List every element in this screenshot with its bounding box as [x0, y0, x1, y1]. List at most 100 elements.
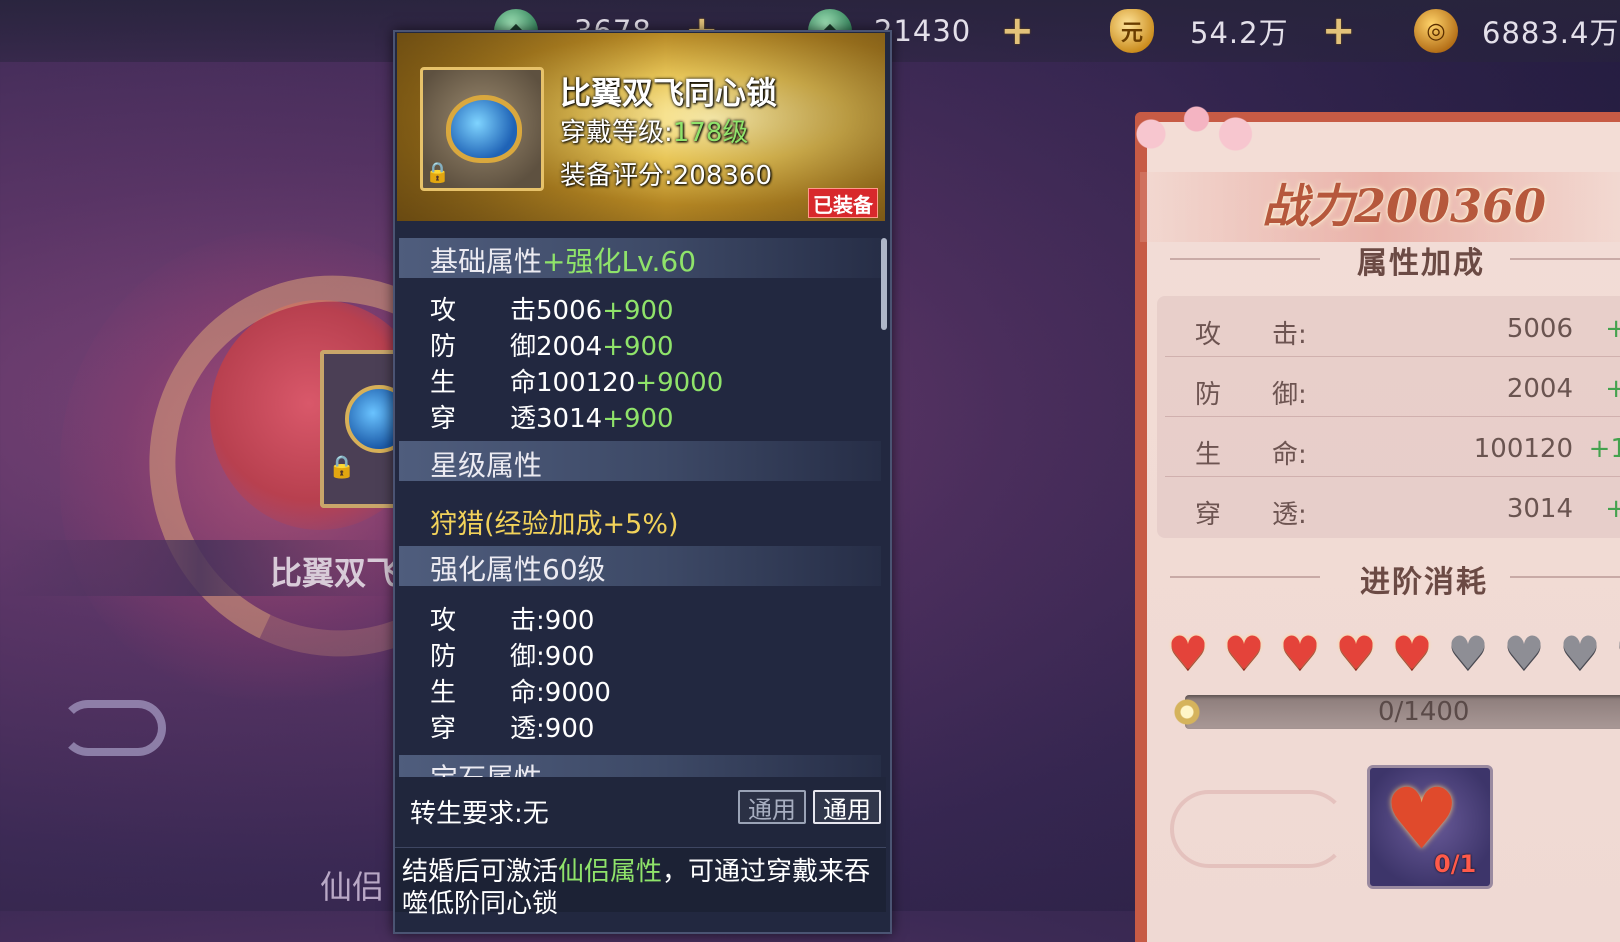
item-name: 比翼双飞同心锁	[560, 76, 777, 112]
equip-score-value: 208360	[672, 161, 773, 191]
stat-key-2: 御	[510, 332, 537, 362]
enhance-attr-title: 强化属性60级	[430, 553, 606, 586]
progress-cap-icon	[1172, 690, 1202, 734]
item-description: 结婚后可激活仙侣属性，可通过穿戴来吞噬低阶同心锁	[402, 856, 872, 920]
padlock-icon: 🔒	[425, 160, 450, 184]
stat-value: 2004	[536, 332, 603, 362]
stat-key: 防	[430, 642, 457, 672]
background-item-name: 比翼双飞	[270, 554, 399, 592]
blossom-decoration-icon	[1125, 98, 1255, 158]
rebirth-requirement: 转生要求:无	[410, 799, 549, 829]
divider	[1510, 258, 1620, 260]
stat-key-2: 透	[510, 404, 537, 434]
wear-level-value: 178级	[672, 118, 749, 148]
stat-key: 攻	[430, 296, 457, 326]
attr-value: 5006	[1506, 314, 1573, 344]
attr-key-2: 命:	[1272, 440, 1307, 470]
combat-power: 战力200360	[1262, 179, 1547, 233]
stat-add: +9000	[635, 368, 724, 398]
attr-row: 穿 透: 3014 +	[1165, 480, 1620, 538]
stat-add: +900	[602, 404, 674, 434]
stat-key-2: 命	[510, 368, 537, 398]
stat-value: :900	[536, 642, 595, 672]
enhance-level: +强化Lv.60	[542, 245, 697, 278]
coin-icon: ◎	[1414, 9, 1458, 53]
section-title-text: 基础属性	[430, 245, 543, 278]
stat-key: 穿	[430, 714, 457, 744]
ingot-icon: 元	[1110, 9, 1154, 53]
desc-prefix: 结婚后可激活	[402, 857, 559, 887]
attr-key: 生	[1195, 440, 1222, 470]
stat-key: 生	[430, 368, 457, 398]
attr-key-2: 透:	[1272, 500, 1307, 530]
general-button-2[interactable]: 通用	[813, 790, 881, 824]
heart-filled-icon: ♥	[1167, 626, 1209, 680]
equip-score-label: 装备评分:	[560, 161, 673, 191]
wear-level-label: 穿戴等级:	[560, 118, 673, 148]
general-button-1[interactable]: 通用	[738, 790, 806, 824]
stat-add: +900	[602, 296, 674, 326]
currency-coin: ◎ 6883.4万	[1414, 4, 1619, 58]
equip-score: 装备评分:208360	[560, 155, 772, 192]
gem-attr-title: 宝石属性	[430, 757, 542, 777]
stat-add: +900	[602, 332, 674, 362]
stat-value: 3014	[536, 404, 603, 434]
material-count: 0/1	[1434, 850, 1477, 878]
attr-row: 攻 击: 5006 +	[1165, 300, 1620, 358]
divider	[1510, 576, 1620, 578]
currency-value: 54.2万	[1190, 16, 1289, 50]
attr-key-2: 击:	[1272, 320, 1307, 350]
currency-value: 6883.4万	[1482, 16, 1620, 50]
tab-partner[interactable]: 仙侣	[320, 862, 384, 908]
stat-key-2: 命	[510, 678, 537, 708]
swirl-decoration-icon	[60, 700, 166, 756]
heart-filled-icon: ♥	[1223, 626, 1265, 680]
row-divider	[1165, 476, 1620, 477]
stat-value: :9000	[536, 678, 611, 708]
attr-bonus-title: 属性加成	[1357, 246, 1485, 281]
stat-key-2: 击	[510, 606, 537, 636]
advance-progress-text: 0/1400	[1378, 697, 1470, 727]
stat-key: 防	[430, 332, 457, 362]
stat-key-2: 击	[510, 296, 537, 326]
attr-value: 100120	[1473, 434, 1573, 464]
star-attr-title: 星级属性	[430, 449, 543, 482]
heart-filled-icon: ♥	[1391, 626, 1433, 680]
heart-filled-icon: ♥	[1335, 626, 1377, 680]
row-divider	[1165, 356, 1620, 357]
stat-key: 穿	[430, 404, 457, 434]
heart-empty-icon: ♥	[1559, 626, 1601, 680]
row-divider	[1165, 416, 1620, 417]
star-attr-text: 狩猎(经验加成+5%)	[430, 509, 679, 540]
heart-empty-icon: ♥	[1613, 630, 1620, 676]
divider	[1170, 258, 1320, 260]
base-attr-title: 基础属性+强化Lv.60	[430, 240, 696, 280]
heart-filled-icon: ♥	[1279, 626, 1321, 680]
attr-key: 攻	[1195, 320, 1222, 350]
attr-row: 生 命: 100120 +1	[1165, 420, 1620, 478]
stat-value: :900	[536, 606, 595, 636]
attr-value: 2004	[1506, 374, 1573, 404]
equipped-badge: 已装备	[808, 188, 878, 218]
stat-key: 生	[430, 678, 457, 708]
desc-highlight: 仙侣属性	[558, 857, 663, 887]
stat-value: 5006	[536, 296, 603, 326]
attr-value: 3014	[1506, 494, 1573, 524]
stat-key-2: 御	[510, 642, 537, 672]
tooltip-scrollbar[interactable]	[881, 238, 887, 330]
wear-level: 穿戴等级:178级	[560, 112, 748, 149]
attr-key: 防	[1195, 380, 1222, 410]
attr-plus: +	[1605, 314, 1620, 344]
attr-row: 防 御: 2004 +	[1165, 360, 1620, 418]
swirl-decoration-icon	[1170, 790, 1348, 868]
stat-key-2: 透	[510, 714, 537, 744]
attr-key-2: 御:	[1272, 380, 1307, 410]
add-currency-button[interactable]: +	[997, 8, 1037, 54]
attr-plus: +	[1605, 494, 1620, 524]
add-currency-button[interactable]: +	[1319, 8, 1359, 54]
heart-empty-icon: ♥	[1503, 626, 1545, 680]
attr-plus: +1	[1588, 434, 1620, 464]
heart-empty-icon: ♥	[1447, 626, 1489, 680]
attr-plus: +	[1605, 374, 1620, 404]
section-header: 宝石属性	[399, 755, 881, 777]
